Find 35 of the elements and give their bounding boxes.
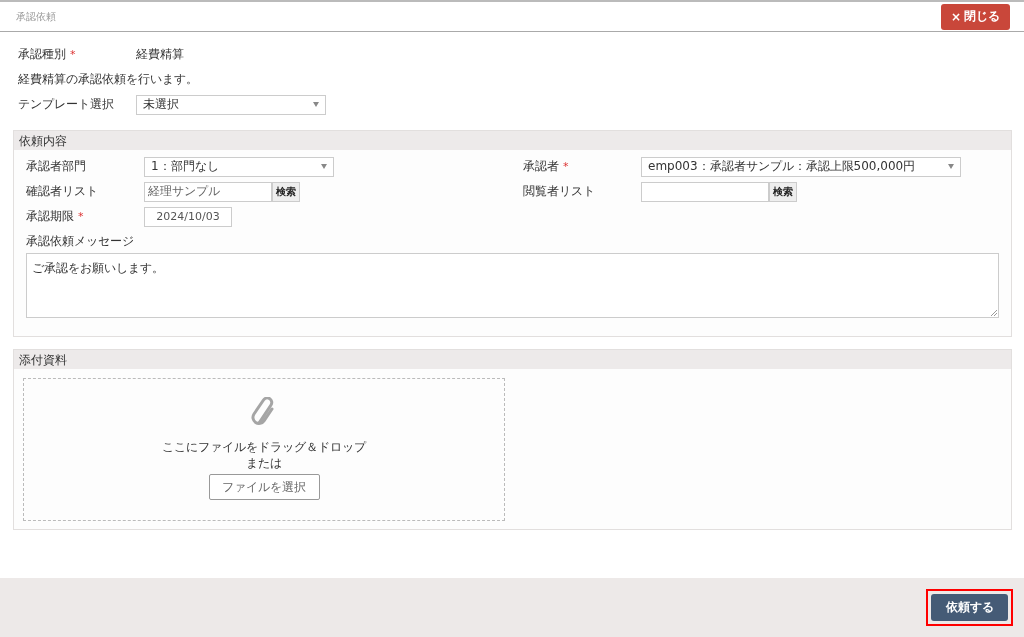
caret-icon [948, 164, 954, 169]
search-button[interactable]: 検索 [769, 181, 797, 202]
resize-grip-icon [990, 309, 997, 316]
field-label: 確認者リスト [26, 183, 98, 200]
field-label: 承認種別 [18, 46, 66, 63]
required-mark: * [78, 210, 84, 223]
message-field[interactable]: ご承認をお願いします。 [26, 253, 999, 318]
required-mark: * [563, 160, 569, 173]
field-label: 承認依頼メッセージ [25, 233, 135, 250]
window-title: 承認依頼 [16, 9, 56, 24]
field-label: 承認期限 [26, 208, 74, 225]
date-field[interactable]: 2024/10/03 [144, 206, 232, 227]
field-label: 承認者 [523, 158, 559, 175]
drop-hint: ここにファイルをドラッグ＆ドロップ [162, 439, 366, 455]
search-button[interactable]: 検索 [272, 181, 300, 202]
input-field[interactable]: 経理サンプル [144, 181, 272, 202]
file-select-button[interactable]: ファイルを選択 [208, 474, 320, 500]
field-value: 経費精算 [136, 46, 184, 63]
field-label: 閲覧者リスト [523, 183, 595, 200]
section-title: 添付資料 [14, 350, 1011, 369]
field-label: テンプレート選択 [18, 96, 114, 113]
description-text: 経費精算の承認依頼を行います。 [18, 71, 198, 88]
close-button[interactable]: × 閉じる [940, 3, 1010, 30]
submit-button[interactable]: 依頼する [931, 594, 1008, 621]
or-text: または [246, 455, 282, 471]
template-dropdown[interactable]: 未選択 [136, 94, 326, 115]
dropdown[interactable]: 1：部門なし [144, 156, 334, 177]
caret-icon [313, 102, 319, 107]
required-mark: * [70, 48, 76, 61]
caret-icon [321, 164, 327, 169]
drop-zone[interactable]: ここにファイルをドラッグ＆ドロップ または ファイルを選択 [23, 378, 505, 521]
dropdown[interactable]: emp003：承認者サンプル：承認上限500,000円 [641, 156, 961, 177]
section-title: 依頼内容 [14, 131, 1011, 150]
input-field[interactable] [641, 181, 769, 202]
field-label: 承認者部門 [26, 158, 86, 175]
